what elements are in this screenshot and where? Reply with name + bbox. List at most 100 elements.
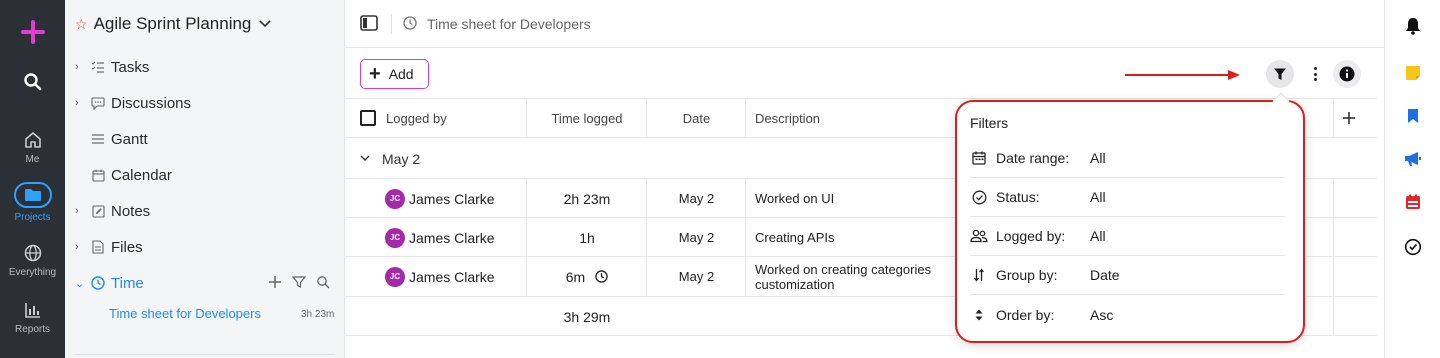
column-time-logged[interactable]: Time logged (527, 99, 647, 137)
sidebar-item-label: Discussions (111, 94, 192, 112)
chevron-down-icon (259, 17, 271, 31)
timer-check-icon[interactable] (1402, 236, 1424, 258)
project-title: Agile Sprint Planning (93, 14, 252, 33)
chevron-right-icon[interactable]: › (75, 205, 89, 217)
star-icon[interactable]: ☆ (75, 16, 88, 33)
user-name: James Clarke (409, 190, 495, 207)
date-cell: May 2 (678, 269, 715, 284)
chevron-right-icon[interactable]: › (75, 241, 89, 253)
order-icon (970, 308, 988, 322)
timesheet-total-count: 3h 23m (301, 309, 335, 320)
filter-group-by[interactable]: Group by: Date (970, 256, 1285, 295)
chevron-down-icon[interactable]: ⌄ (75, 277, 89, 290)
column-description[interactable]: Description (755, 99, 820, 137)
info-icon (1339, 66, 1355, 82)
check-circle-icon (970, 190, 988, 205)
bar-chart-icon (24, 303, 40, 318)
project-sidebar: ☆ Agile Sprint Planning › Tasks › Discus… (65, 0, 345, 358)
sidebar-subitem-timesheet[interactable]: Time sheet for Developers (109, 306, 261, 321)
sidebar-item-discussions[interactable]: › Discussions (75, 93, 191, 113)
file-icon (89, 240, 107, 254)
sidebar-item-calendar[interactable]: Calendar (75, 165, 172, 185)
column-date[interactable]: Date (647, 99, 746, 137)
logged-by-cell: JC James Clarke (385, 179, 495, 218)
avatar: JC (385, 266, 405, 287)
filter-date-range[interactable]: Date range: All (970, 139, 1285, 178)
timer-clock-icon[interactable] (595, 270, 608, 283)
add-column-icon[interactable] (1337, 99, 1361, 137)
megaphone-icon[interactable] (1402, 148, 1424, 170)
search-icon[interactable] (316, 275, 330, 292)
globe-icon (24, 244, 41, 262)
filter-value[interactable]: Date (1090, 267, 1120, 283)
filter-label: Group by: (996, 267, 1058, 283)
date-cell: May 2 (678, 230, 715, 245)
date-cell: May 2 (678, 191, 715, 206)
app-rail: Me Projects Everything Reports (0, 0, 65, 358)
filter-icon (1274, 68, 1286, 80)
chevron-down-icon[interactable] (360, 153, 370, 165)
header-bar: Time sheet for Developers (345, 0, 1384, 48)
select-all-checkbox[interactable] (360, 110, 376, 126)
calendar-event-icon[interactable] (1402, 191, 1424, 213)
filter-value[interactable]: All (1090, 189, 1106, 205)
column-label: Logged by (386, 110, 447, 126)
folder-icon (13, 182, 52, 208)
sidebar-item-tasks[interactable]: › Tasks (75, 57, 149, 77)
sort-arrows-icon (970, 268, 988, 282)
add-icon[interactable] (268, 275, 282, 292)
search-icon[interactable] (0, 72, 65, 92)
filter-value[interactable]: All (1090, 150, 1106, 166)
sidebar-item-label: Tasks (111, 58, 150, 76)
bookmark-icon[interactable] (1402, 105, 1424, 127)
sticky-note-icon[interactable] (1402, 62, 1424, 84)
filter-status[interactable]: Status: All (970, 178, 1285, 217)
filter-button[interactable] (1266, 60, 1294, 88)
info-button[interactable] (1333, 60, 1361, 88)
sidebar-item-label: Calendar (111, 166, 172, 184)
calendar-icon (970, 151, 988, 165)
sidebar-item-label: Notes (111, 202, 151, 220)
more-options-icon[interactable] (1310, 64, 1320, 84)
divider (391, 14, 392, 34)
avatar: JC (385, 188, 405, 209)
filters-popover: Filters Date range: All Status: All Logg… (955, 92, 1305, 343)
rail-item-everything[interactable]: Everything (0, 243, 65, 278)
sidebar-item-time[interactable]: ⌄ Time (75, 273, 144, 293)
filter-logged-by[interactable]: Logged by: All (970, 217, 1285, 256)
group-label: May 2 (382, 151, 421, 167)
logged-by-cell: JC James Clarke (385, 257, 495, 296)
description-cell: Creating APIs (755, 230, 835, 245)
filter-value[interactable]: Asc (1090, 307, 1113, 323)
user-name: James Clarke (409, 229, 495, 246)
filter-order-by[interactable]: Order by: Asc (970, 295, 1285, 334)
rail-item-reports[interactable]: Reports (0, 300, 65, 335)
filter-value[interactable]: All (1090, 228, 1106, 244)
sidebar-item-notes[interactable]: › Notes (75, 201, 150, 221)
column-logged-by[interactable]: Logged by (360, 99, 447, 137)
rail-item-me[interactable]: Me (0, 130, 65, 165)
gantt-icon (89, 133, 107, 145)
create-plus-icon[interactable] (20, 19, 46, 45)
project-title-dropdown[interactable]: ☆ Agile Sprint Planning (75, 14, 271, 34)
bell-icon[interactable] (1402, 15, 1424, 37)
page-title: Time sheet for Developers (427, 16, 591, 32)
filter-label: Status: (996, 189, 1040, 205)
add-button[interactable]: + Add (360, 59, 429, 89)
chevron-right-icon[interactable]: › (75, 61, 89, 73)
description-cell: Worked on creating categories customizat… (755, 261, 932, 292)
rail-label-everything: Everything (8, 267, 57, 278)
filter-icon[interactable] (291, 275, 307, 292)
users-icon (970, 229, 988, 243)
filter-label: Logged by: (996, 228, 1066, 244)
sidebar-item-gantt[interactable]: Gantt (75, 129, 148, 149)
add-button-label: Add (388, 66, 414, 82)
filters-title: Filters (970, 115, 1009, 131)
sidebar-toggle-icon[interactable] (360, 15, 378, 34)
plus-icon: + (369, 63, 381, 85)
rail-item-projects[interactable]: Projects (0, 182, 65, 223)
note-edit-icon (89, 204, 107, 218)
sidebar-item-files[interactable]: › Files (75, 237, 143, 257)
chevron-right-icon[interactable]: › (75, 97, 89, 109)
sidebar-item-label: Time (111, 274, 144, 292)
